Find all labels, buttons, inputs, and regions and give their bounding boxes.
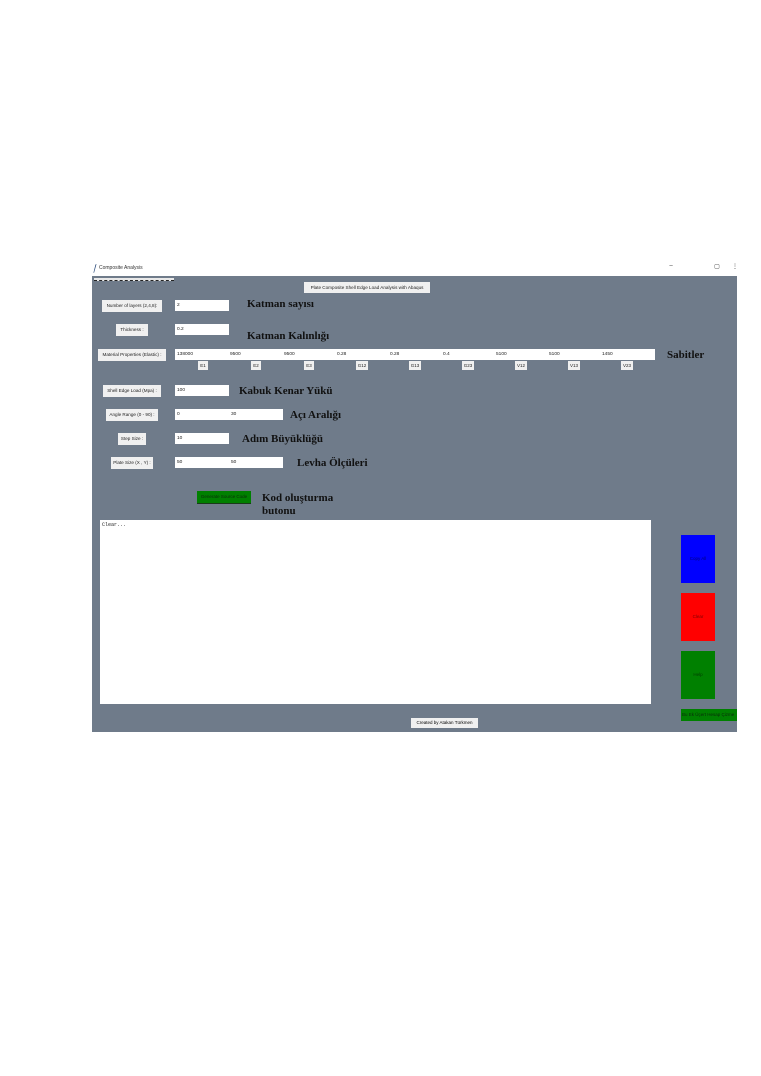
material-input[interactable]: 138000 9500 9500 0.28 0.28 0.4 5100 5100…: [175, 349, 655, 360]
clear-button[interactable]: Clear: [681, 593, 715, 641]
step-size-label: Step Size :: [118, 433, 146, 445]
material-value-v23: 1450: [602, 352, 613, 357]
material-value-g12: 0.28: [337, 352, 347, 357]
thickness-label: Thickness :: [116, 324, 148, 336]
plate-x-input[interactable]: 50: [175, 457, 229, 468]
plate-y-input[interactable]: 50: [229, 457, 283, 468]
layers-label: Number of layers (2,4,8):: [102, 300, 162, 312]
maximize-button[interactable]: ▢: [712, 263, 722, 270]
credit-label: Created by Atakan Türkmen: [411, 718, 478, 728]
license-button[interactable]: Bu Ek Üçert Hesap Çizme: [681, 709, 737, 721]
edge-load-note: Kabuk Kenar Yükü: [239, 385, 333, 397]
angle-range-label: Angle Range (0 - 90) :: [106, 409, 158, 421]
generate-source-code-button[interactable]: Generate Source Code: [197, 491, 251, 504]
material-name-e1: E1: [198, 361, 208, 370]
plate-size-label: Plate Size (X , Y) :: [111, 457, 153, 469]
title-bar: Composite Analysis – ▢ ⋮: [92, 262, 737, 276]
step-size-note: Adım Büyüklüğü: [242, 433, 324, 445]
thickness-note: Katman Kalınlığı: [247, 330, 330, 342]
thickness-input[interactable]: 0.2: [175, 324, 229, 335]
angle-from-input[interactable]: 0: [175, 409, 229, 420]
close-button[interactable]: ⋮: [732, 263, 737, 270]
material-name-g23: G23: [462, 361, 474, 370]
copy-all-button[interactable]: Copy All: [681, 535, 715, 583]
angle-range-note: Açı Aralığı: [290, 409, 342, 421]
edge-load-input[interactable]: 100: [175, 385, 229, 396]
output-text: Clear...: [102, 522, 127, 528]
angle-to-input[interactable]: 30: [229, 409, 283, 420]
layers-note: Katman sayısı: [247, 298, 314, 310]
help-button[interactable]: Help: [681, 651, 715, 699]
material-value-v13: 5100: [549, 352, 560, 357]
material-name-v13: V13: [568, 361, 580, 370]
window-title: Composite Analysis: [99, 265, 143, 271]
material-name-e2: E2: [251, 361, 261, 370]
material-name-e3: E3: [304, 361, 314, 370]
output-text-area[interactable]: Clear...: [100, 520, 651, 704]
material-name-g13: G13: [409, 361, 421, 370]
material-value-g13: 0.28: [390, 352, 400, 357]
material-value-e1: 138000: [177, 352, 194, 357]
client-area: Plate Composite Shell Edge Load Analysis…: [92, 276, 737, 732]
app-feather-icon: [93, 264, 97, 273]
material-name-v23: V23: [621, 361, 633, 370]
plate-size-note: Levha Ölçüleri: [297, 457, 368, 469]
edge-load-label: Shell Edge Load (Mpa) :: [103, 385, 161, 397]
material-note: Sabitler: [667, 349, 705, 361]
material-value-e2: 9500: [230, 352, 241, 357]
generate-note-line2: butonu: [262, 505, 296, 517]
material-name-v12: V12: [515, 361, 527, 370]
step-size-input[interactable]: 10: [175, 433, 229, 444]
minimize-button[interactable]: –: [666, 263, 676, 269]
material-value-e3: 9500: [284, 352, 295, 357]
material-name-g12: G12: [356, 361, 368, 370]
material-value-v12: 5100: [496, 352, 507, 357]
material-value-g23: 0.4: [443, 352, 450, 357]
layers-input[interactable]: 2: [175, 300, 229, 311]
material-label: Material Properties (Elastic) :: [98, 349, 166, 361]
menu-tearoff[interactable]: [94, 278, 174, 281]
generate-note-line1: Kod oluşturma: [262, 492, 334, 504]
app-window: Composite Analysis – ▢ ⋮ Plate Composite…: [92, 262, 737, 732]
page-title: Plate Composite Shell Edge Load Analysis…: [304, 282, 430, 293]
